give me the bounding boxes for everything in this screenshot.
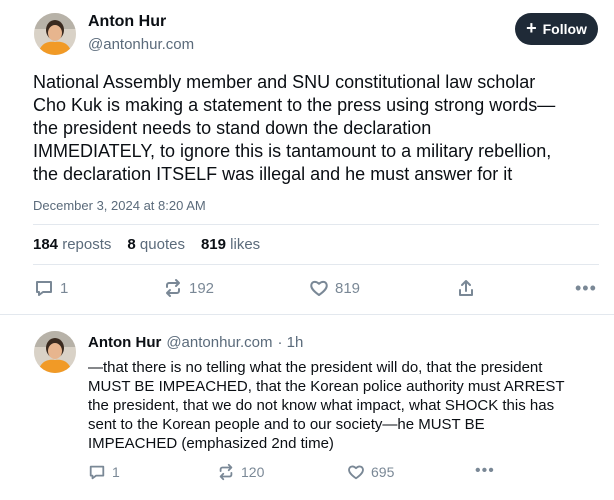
reply-button[interactable]: 1: [34, 278, 68, 298]
reply-repost-count: 120: [241, 464, 265, 480]
reply-text-line: sent to the Korean people and to our soc…: [88, 416, 485, 433]
reposts-count: 184: [33, 236, 59, 253]
reply-text-line: IMPEACHED (emphasized 2nd time): [88, 435, 334, 452]
post-text-line: Cho Kuk is making a statement to the pre…: [33, 95, 556, 115]
quotes-count: 8: [127, 236, 136, 253]
share-icon: [459, 280, 473, 296]
reply-header: Anton Hur @antonhur.com · 1h: [88, 334, 303, 351]
reply-time[interactable]: · 1h: [277, 334, 303, 351]
post-text-line: IMMEDIATELY, to ignore this is tantamoun…: [33, 141, 552, 161]
more-icon: •••: [575, 278, 597, 298]
reply-author-name[interactable]: Anton Hur: [88, 334, 161, 351]
repost-icon: [219, 463, 233, 481]
divider: [33, 264, 599, 265]
more-icon: •••: [475, 462, 495, 479]
avatar-image: [34, 13, 76, 55]
follow-button-label: Follow: [542, 21, 587, 37]
follow-button[interactable]: + Follow: [515, 13, 598, 45]
like-icon: [348, 465, 364, 480]
reply-icon: [36, 281, 52, 296]
repost-count: 192: [189, 279, 215, 297]
reply-like-button[interactable]: 695: [347, 463, 394, 481]
like-button[interactable]: 819: [309, 278, 360, 298]
post-text-line: the declaration ITSELF was illegal and h…: [33, 164, 513, 184]
repost-button[interactable]: 192: [163, 278, 214, 298]
reply-text-line: the president, that we do not know what …: [88, 397, 555, 414]
post-text-line: National Assembly member and SNU constit…: [33, 72, 536, 92]
plus-icon: +: [526, 18, 537, 38]
reply-like-count: 695: [371, 464, 395, 480]
post-timestamp[interactable]: December 3, 2024 at 8:20 AM: [33, 198, 206, 213]
quotes-label: quotes: [139, 236, 185, 253]
reply-body: —that there is no telling what the presi…: [88, 358, 598, 453]
reply-repost-button[interactable]: 120: [217, 463, 264, 481]
like-icon: [310, 280, 328, 296]
reply-more-options-button[interactable]: •••: [475, 462, 495, 480]
like-count: 819: [335, 279, 361, 297]
reply-author-avatar[interactable]: [34, 331, 76, 373]
post-body: National Assembly member and SNU constit…: [33, 71, 603, 186]
divider: [0, 314, 614, 315]
avatar-image: [34, 331, 76, 373]
more-options-button[interactable]: •••: [575, 278, 597, 299]
post-stats: 184 reposts 8 quotes 819 likes: [33, 236, 260, 253]
post-text-line: the president needs to stand down the de…: [33, 118, 432, 138]
reply-reply-count: 1: [112, 464, 120, 480]
post-author-handle[interactable]: @antonhur.com: [88, 36, 194, 53]
post-author-avatar[interactable]: [34, 13, 76, 55]
divider: [33, 224, 599, 225]
reply-reply-button[interactable]: 1: [88, 463, 120, 481]
reply-text-line: —that there is no telling what the presi…: [88, 359, 543, 376]
reply-icon: [89, 465, 105, 480]
reply-author-handle[interactable]: @antonhur.com: [166, 334, 272, 351]
reposts-stat[interactable]: 184 reposts: [33, 236, 111, 253]
quotes-stat[interactable]: 8 quotes: [127, 236, 185, 253]
reposts-label: reposts: [62, 236, 112, 253]
post-author-name[interactable]: Anton Hur: [88, 13, 166, 31]
reply-text-line: MUST BE IMPEACHED, that the Korean polic…: [88, 378, 565, 395]
repost-icon: [166, 279, 180, 297]
likes-count: 819: [200, 236, 226, 253]
share-button[interactable]: [456, 278, 476, 298]
likes-label: likes: [230, 236, 261, 253]
likes-stat[interactable]: 819 likes: [201, 236, 260, 253]
reply-count: 1: [60, 279, 69, 297]
